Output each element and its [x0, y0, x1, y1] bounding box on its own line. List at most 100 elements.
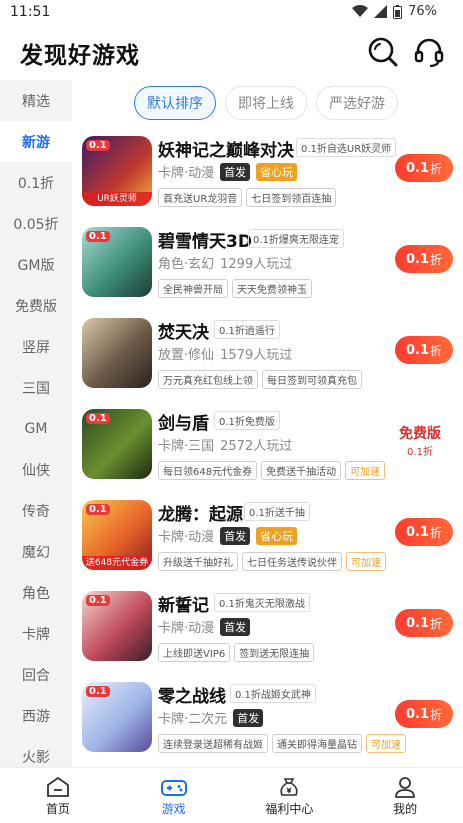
game-name: 妖神记之巅峰对决	[158, 141, 294, 161]
icon-banner: 送648元代金券	[82, 556, 152, 570]
game-tag: 升级送千抽好礼	[158, 552, 238, 571]
discount-button[interactable]: 0.1 折	[395, 609, 453, 637]
game-name: 零之战线	[158, 687, 226, 707]
sidebar-item-three-kingdoms[interactable]: 三国	[0, 367, 72, 408]
sidebar-item-0-1-discount[interactable]: 0.1折	[0, 162, 72, 203]
tab-default-sort[interactable]: 默认排序	[134, 86, 216, 120]
sidebar-item-card[interactable]: 卡牌	[0, 613, 72, 654]
speedup-tag: 可加速	[345, 461, 386, 480]
worry-free-badge: 省心玩	[256, 526, 298, 545]
game-tag: 免费送千抽活动	[261, 461, 342, 480]
game-tags: 升级送千抽好礼 七日任务送传说伙伴 可加速	[158, 552, 386, 571]
battery-icon	[393, 4, 403, 19]
game-icon	[82, 318, 152, 388]
nav-me-label: 我的	[393, 802, 418, 816]
speedup-tag: 可加速	[366, 734, 406, 753]
bottom-nav: 首页 游戏 福利中心 我的	[0, 767, 463, 823]
game-tag: 天天免费领神玉	[232, 279, 312, 298]
sidebar-item-featured[interactable]: 精选	[0, 80, 72, 121]
players-count: 1299人玩过	[220, 257, 293, 272]
nav-welfare[interactable]: 福利中心	[232, 768, 348, 823]
nav-me[interactable]: 我的	[347, 768, 463, 823]
headset-icon	[414, 38, 444, 68]
speedup-tag: 可加速	[346, 552, 386, 571]
game-item[interactable]: 焚天决 0.1折逍遥行 放置·修仙 1579人玩过 万元真充红包线上领 每日签到…	[72, 318, 463, 406]
nav-home-label: 首页	[45, 802, 70, 816]
game-icon: 0.1 UR妖灵师	[82, 136, 152, 206]
icon-banner: UR妖灵师	[82, 192, 152, 206]
game-tag: 每日签到可领真充包	[262, 370, 362, 389]
game-item[interactable]: 0.1 新誓记 0.1折鬼灭无限激战 卡牌·动漫 首发 上线即送VIP6 签到送…	[72, 591, 463, 679]
game-item[interactable]: 0.1 剑与盾 0.1折免费版 卡牌·三国 2572人玩过 每日领648元代金券…	[72, 409, 463, 497]
wifi-icon	[352, 5, 369, 17]
game-name: 焚天决	[158, 323, 209, 343]
game-tags: 上线即送VIP6 签到送无限连抽	[158, 643, 315, 662]
sidebar-item-gm-version[interactable]: GM版	[0, 244, 72, 285]
sidebar-item-naruto[interactable]: 火影	[0, 736, 72, 767]
game-tags: 每日领648元代金券 免费送千抽活动 可加速	[158, 461, 386, 480]
sidebar-item-portrait[interactable]: 竖屏	[0, 326, 72, 367]
discount-button[interactable]: 0.1 折	[395, 700, 453, 728]
game-tag: 每日领648元代金券	[158, 461, 258, 480]
sidebar-item-legend[interactable]: 传奇	[0, 490, 72, 531]
game-icon: 0.1	[82, 409, 152, 479]
search-button[interactable]	[365, 34, 401, 70]
discount-corner: 0.1	[86, 140, 110, 151]
sidebar-item-role[interactable]: 角色	[0, 572, 72, 613]
game-tags: 全民神兽开局 天天免费领神玉	[158, 279, 312, 298]
players-count: 1579人玩过	[220, 348, 293, 363]
game-genre: 卡牌·动漫	[158, 166, 215, 181]
sidebar-item-journey-west[interactable]: 西游	[0, 695, 72, 736]
gamepad-icon	[160, 774, 188, 800]
game-name: 新誓记	[158, 596, 209, 616]
game-meta: 卡牌·动漫 首发	[158, 617, 251, 636]
game-item[interactable]: 0.1 零之战线 0.1折战姬女武神 卡牌·二次元 首发 连续登录送超稀有战姬 …	[72, 682, 463, 767]
discount-button[interactable]: 0.1 折	[395, 336, 453, 364]
sidebar-item-0-05-discount[interactable]: 0.05折	[0, 203, 72, 244]
nav-home[interactable]: 首页	[0, 768, 116, 823]
game-tags: 万元真充红包线上领 每日签到可领真充包	[158, 370, 362, 389]
sidebar-item-xianxia[interactable]: 仙侠	[0, 449, 72, 490]
nav-games-label: 游戏	[161, 802, 186, 816]
game-genre: 卡牌·三国	[158, 439, 215, 454]
worry-free-badge: 省心玩	[256, 162, 298, 181]
promo-tag: 0.1折免费版	[214, 411, 280, 430]
discount-corner: 0.1	[86, 595, 110, 606]
promo-tag: 0.1折鬼灭无限激战	[214, 593, 310, 612]
game-icon: 0.1 送648元代金券	[82, 500, 152, 570]
game-item[interactable]: 0.1 碧雪情天3D 0.1折爆爽无限连宠 角色·玄幻 1299人玩过 全民神兽…	[72, 227, 463, 315]
nav-games[interactable]: 游戏	[116, 768, 232, 823]
game-item[interactable]: 0.1 UR妖灵师 妖神记之巅峰对决 0.1折自选UR妖灵师 卡牌·动漫 首发 …	[72, 136, 463, 224]
free-version-badge[interactable]: 免费版 0.1折	[387, 423, 453, 461]
sidebar-item-fantasy[interactable]: 魔幻	[0, 531, 72, 572]
discount-button[interactable]: 0.1 折	[395, 245, 453, 273]
customer-service-button[interactable]	[411, 34, 447, 70]
game-genre: 卡牌·二次元	[158, 712, 228, 727]
promo-tag: 0.1折送千抽	[244, 502, 310, 521]
sort-tabs: 默认排序 即将上线 严选好游	[134, 86, 398, 120]
game-genre: 卡牌·动漫	[158, 530, 215, 545]
discount-corner: 0.1	[86, 413, 110, 424]
discount-button[interactable]: 0.1 折	[395, 154, 453, 182]
tab-coming-soon[interactable]: 即将上线	[225, 86, 307, 120]
nav-welfare-label: 福利中心	[265, 802, 314, 816]
game-meta: 角色·玄幻 1299人玩过	[158, 253, 292, 272]
user-icon	[391, 774, 419, 800]
game-icon: 0.1	[82, 591, 152, 661]
game-icon: 0.1	[82, 227, 152, 297]
discount-corner: 0.1	[86, 504, 110, 515]
sidebar-item-turn-based[interactable]: 回合	[0, 654, 72, 695]
players-count: 2572人玩过	[220, 439, 293, 454]
discount-button[interactable]: 0.1 折	[395, 518, 453, 546]
sidebar-item-free-version[interactable]: 免费版	[0, 285, 72, 326]
game-meta: 卡牌·动漫 首发 省心玩	[158, 162, 298, 181]
sidebar-item-gm[interactable]: GM	[0, 408, 72, 449]
game-item[interactable]: 0.1 送648元代金券 龙腾：起源 0.1折送千抽 卡牌·动漫 首发 省心玩 …	[72, 500, 463, 588]
money-bag-icon	[275, 774, 303, 800]
status-icons: 76%	[352, 4, 437, 19]
game-tag: 签到送无限连抽	[234, 643, 315, 662]
sidebar-item-new-games[interactable]: 新游	[0, 121, 72, 162]
game-tag: 七日签到领百连抽	[246, 188, 337, 207]
game-tags: 连续登录送超稀有战姬 通关即得海量晶钻 可加速	[158, 734, 406, 753]
tab-curated[interactable]: 严选好游	[316, 86, 398, 120]
